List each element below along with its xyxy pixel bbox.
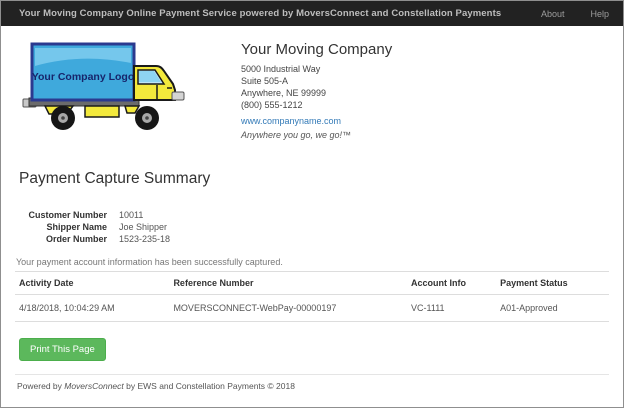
cell-payment-status: A01-Approved: [496, 294, 609, 322]
capture-status-message: Your payment account information has bee…: [16, 257, 283, 267]
company-website-link[interactable]: www.companyname.com: [241, 115, 341, 127]
top-navbar: Your Moving Company Online Payment Servi…: [1, 1, 623, 26]
activity-table: Activity Date Reference Number Account I…: [15, 271, 609, 322]
customer-number-value: 10011: [119, 210, 144, 220]
company-phone: (800) 555-1212: [241, 100, 303, 110]
company-logo: Your Company Logo: [21, 39, 193, 144]
table-header-row: Activity Date Reference Number Account I…: [15, 271, 609, 295]
order-number-value: 1523-235-18: [119, 234, 171, 244]
table-row: 4/18/2018, 10:04:29 AM MOVERSCONNECT-Web…: [15, 294, 609, 322]
svg-text:Your Company Logo: Your Company Logo: [32, 71, 134, 83]
navbar-brand: Your Moving Company Online Payment Servi…: [19, 8, 502, 19]
cell-account-info: VC-1111: [407, 294, 497, 322]
company-header: Your Company Logo Your Moving Company 50…: [15, 39, 609, 144]
customer-number-label: Customer Number: [28, 210, 107, 220]
company-address-line1: 5000 Industrial Way: [241, 64, 321, 74]
detail-row-shipper-name: Shipper Name Joe Shipper: [15, 221, 609, 233]
footer-divider: [15, 374, 609, 375]
order-number-label: Order Number: [45, 234, 107, 244]
main-content: Your Company Logo Your Moving Company 50…: [1, 39, 623, 391]
footer-suffix: by EWS and Constellation Payments © 2018: [123, 381, 295, 391]
header-account-info: Account Info: [407, 271, 497, 295]
company-address-line3: Anywhere, NE 99999: [241, 88, 327, 98]
detail-row-customer-number: Customer Number 10011: [15, 209, 609, 221]
about-link[interactable]: About: [541, 9, 565, 19]
cell-activity-date: 4/18/2018, 10:04:29 AM: [15, 294, 170, 322]
company-tagline: Anywhere you go, we go!™: [241, 130, 352, 140]
footer-text: Powered by MoversConnect by EWS and Cons…: [17, 381, 609, 391]
company-info: Your Moving Company 5000 Industrial Way …: [241, 39, 392, 141]
shipper-name-label: Shipper Name: [46, 222, 107, 232]
detail-row-order-number: Order Number 1523-235-18: [15, 233, 609, 245]
customer-details: Customer Number 10011 Shipper Name Joe S…: [15, 209, 609, 245]
company-name: Your Moving Company: [241, 41, 393, 58]
print-page-button[interactable]: Print This Page: [19, 338, 106, 361]
payment-capture-page: { "navbar": { "brand": "Your Moving Comp…: [0, 0, 624, 408]
footer-prefix: Powered by: [17, 381, 65, 391]
company-address-line2: Suite 505-A: [241, 76, 289, 86]
truck-logo-icon: Your Company Logo: [22, 42, 185, 130]
header-activity-date: Activity Date: [15, 271, 170, 295]
header-payment-status: Payment Status: [496, 271, 609, 295]
footer-brand: MoversConnect: [64, 381, 124, 391]
help-link[interactable]: Help: [590, 9, 609, 19]
header-reference-number: Reference Number: [169, 271, 408, 295]
navbar-links: About Help: [541, 9, 609, 19]
cell-reference-number: MOVERSCONNECT-WebPay-00000197: [169, 294, 408, 322]
page-title: Payment Capture Summary: [19, 170, 211, 187]
shipper-name-value: Joe Shipper: [119, 222, 168, 232]
